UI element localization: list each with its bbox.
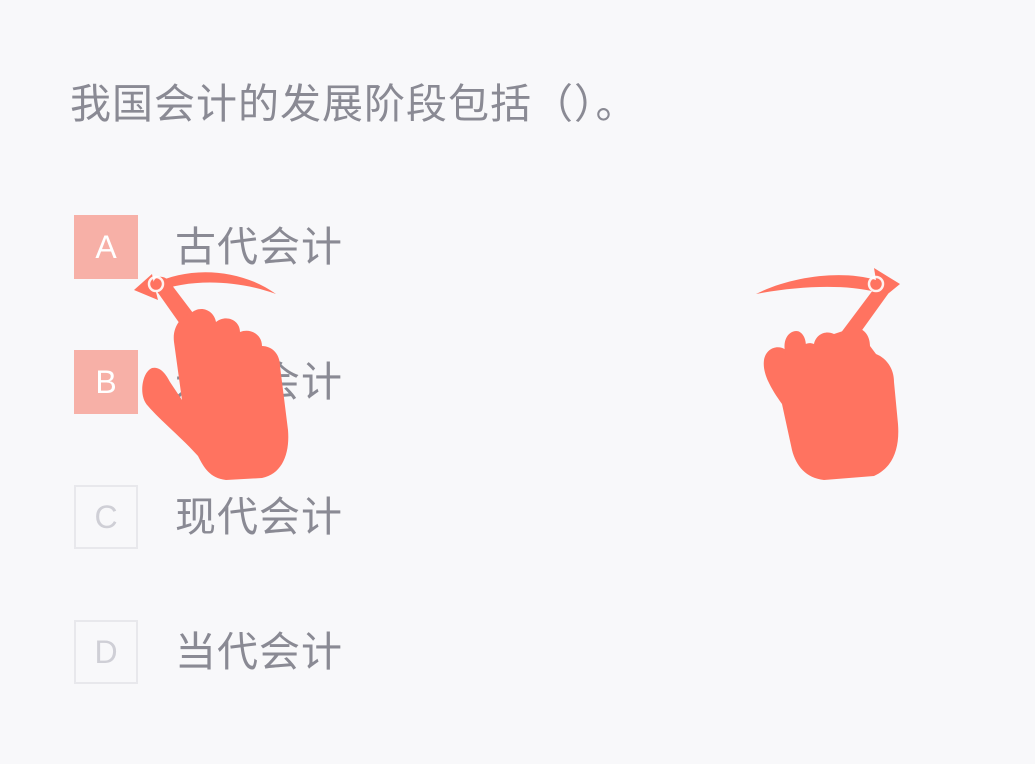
option-d[interactable]: D 当代会计	[74, 620, 454, 686]
swipe-right-hand-icon	[756, 268, 900, 480]
option-b-text: 近代会计	[175, 358, 343, 406]
option-b-letter: B	[74, 350, 138, 414]
question-text: 我国会计的发展阶段包括（）。	[70, 80, 638, 128]
option-a[interactable]: A 古代会计	[74, 215, 454, 281]
option-d-letter: D	[74, 620, 138, 684]
option-a-letter: A	[74, 215, 138, 279]
option-c-text: 现代会计	[175, 493, 343, 541]
option-d-text: 当代会计	[175, 628, 343, 676]
option-b[interactable]: B 近代会计	[74, 350, 454, 416]
option-a-text: 古代会计	[175, 223, 343, 271]
option-c[interactable]: C 现代会计	[74, 485, 454, 551]
option-c-letter: C	[74, 485, 138, 549]
